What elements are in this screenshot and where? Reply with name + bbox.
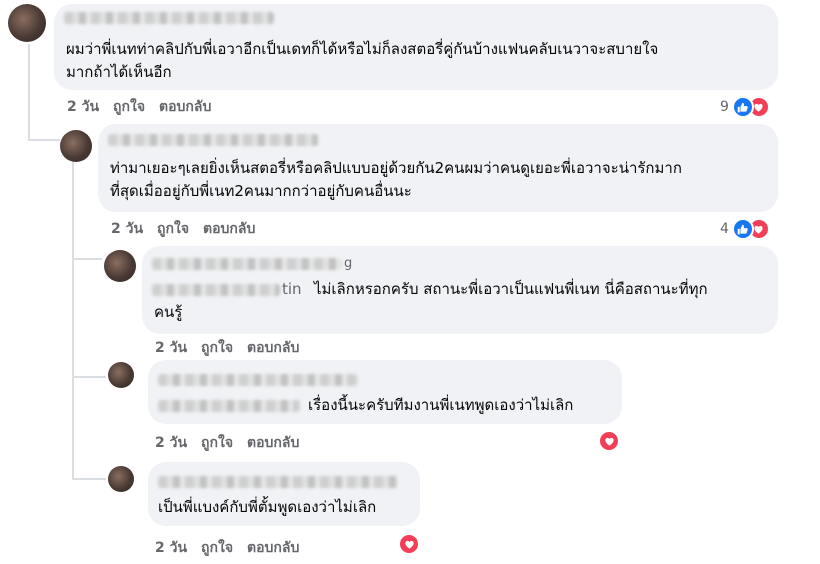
avatar[interactable] — [108, 466, 134, 492]
comment-actions: 2 วัน ถูกใจ ตอบกลับ — [155, 537, 299, 559]
comment-bubble: เป็นพี่แบงค์กับพี่ตั้มพูดเองว่าไม่เลิก — [148, 462, 420, 526]
comment-actions: 2 วัน ถูกใจ ตอบกลับ — [111, 218, 255, 240]
comment-text: ท่ามาเยอะๆเลยยิ่งเห็นสตอรี่หรือคลิปแบบอย… — [110, 159, 682, 200]
like-button[interactable]: ถูกใจ — [157, 218, 189, 240]
comment-text: ไม่เลิกหรอกครับ สถานะพี่เอวาเป็นแฟนพี่เน… — [314, 280, 708, 298]
love-icon — [598, 430, 620, 452]
reply-button[interactable]: ตอบกลับ — [247, 537, 299, 559]
tagged-name-tail: tin — [282, 280, 302, 298]
comment-text: คนรู้ — [154, 303, 183, 321]
reply-button[interactable]: ตอบกลับ — [247, 337, 299, 359]
comment-bubble: ท่ามาเยอะๆเลยยิ่งเห็นสตอรี่หรือคลิปแบบอย… — [98, 124, 778, 212]
reaction-count: 4 — [720, 221, 729, 237]
comment-time[interactable]: 2 วัน — [111, 218, 143, 240]
like-button[interactable]: ถูกใจ — [201, 432, 233, 454]
thread-line — [72, 478, 106, 480]
reaction-summary[interactable]: 9 — [720, 96, 770, 118]
love-icon — [398, 533, 420, 555]
like-icon — [731, 218, 754, 240]
reply-button[interactable]: ตอบกลับ — [159, 96, 211, 118]
tagged-name[interactable] — [152, 284, 280, 296]
comment-bubble: เรื่องนี้นะครับทีมงานพี่เนทพูดเองว่าไม่เ… — [148, 360, 622, 424]
commenter-name-tail: g — [344, 256, 353, 271]
like-icon — [731, 96, 754, 118]
comment-actions: 2 วัน ถูกใจ ตอบกลับ — [155, 432, 299, 454]
avatar[interactable] — [108, 362, 134, 388]
reply-button[interactable]: ตอบกลับ — [203, 218, 255, 240]
commenter-name[interactable] — [108, 134, 318, 146]
reaction-summary[interactable] — [598, 430, 620, 452]
comment-text: เรื่องนี้นะครับทีมงานพี่เนทพูดเองว่าไม่เ… — [308, 396, 574, 414]
thread-line — [28, 44, 30, 140]
avatar[interactable] — [60, 130, 92, 162]
avatar[interactable] — [8, 4, 46, 42]
reaction-summary[interactable] — [398, 533, 420, 555]
reaction-count: 9 — [720, 99, 729, 115]
comment-time[interactable]: 2 วัน — [155, 537, 187, 559]
commenter-name[interactable] — [158, 476, 398, 488]
comment-actions: 2 วัน ถูกใจ ตอบกลับ — [155, 337, 299, 359]
thread-line — [72, 258, 102, 260]
reply-button[interactable]: ตอบกลับ — [247, 432, 299, 454]
thread-line — [72, 160, 74, 480]
comment-time[interactable]: 2 วัน — [155, 337, 187, 359]
commenter-name[interactable] — [152, 258, 342, 270]
like-button[interactable]: ถูกใจ — [201, 337, 233, 359]
like-button[interactable]: ถูกใจ — [113, 96, 145, 118]
comment-time[interactable]: 2 วัน — [155, 432, 187, 454]
comment-actions: 2 วัน ถูกใจ ตอบกลับ — [67, 96, 211, 118]
comment-bubble: g tin ไม่เลิกหรอกครับ สถานะพี่เอวาเป็นแฟ… — [142, 246, 778, 334]
thread-line — [72, 376, 106, 378]
commenter-name[interactable] — [158, 374, 358, 386]
comment-text: ผมว่าพี่เนทท่าคลิปกับพี่เอวาอีกเป็นเดทก็… — [66, 40, 659, 81]
reaction-summary[interactable]: 4 — [720, 218, 770, 240]
commenter-name[interactable] — [64, 12, 274, 24]
comment-text: เป็นพี่แบงค์กับพี่ตั้มพูดเองว่าไม่เลิก — [158, 498, 377, 516]
comment-bubble: ผมว่าพี่เนทท่าคลิปกับพี่เอวาอีกเป็นเดทก็… — [54, 4, 778, 90]
thread-line — [28, 139, 60, 141]
avatar[interactable] — [104, 250, 136, 282]
comment-time[interactable]: 2 วัน — [67, 96, 99, 118]
like-button[interactable]: ถูกใจ — [201, 537, 233, 559]
tagged-name[interactable] — [158, 400, 300, 412]
